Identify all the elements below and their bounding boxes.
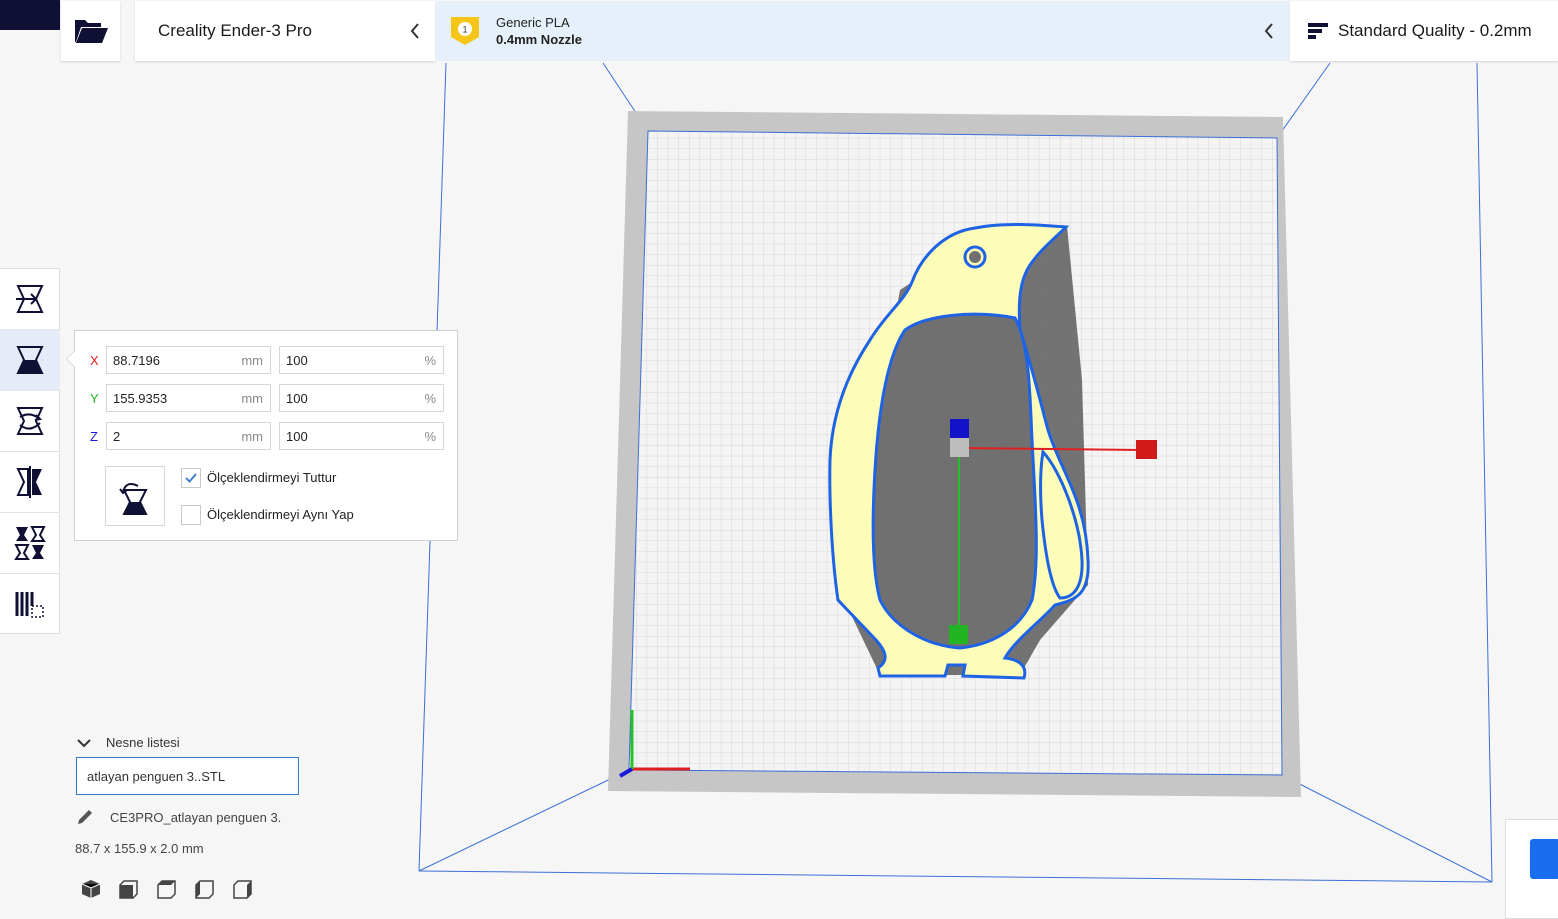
height-percent-value: 100 [286,428,308,444]
unit-label: mm [241,428,263,444]
unit-label: mm [241,390,263,406]
3d-view-icon[interactable] [80,878,102,900]
scale-tool-icon [16,346,44,374]
object-list-toggle[interactable]: Nesne listesi [76,735,180,750]
width-percent-value: 100 [286,352,308,368]
job-name-row[interactable]: CE3PRO_atlayan penguen 3. [76,808,281,826]
reset-scale-button[interactable] [105,466,165,526]
mirror-tool-icon [16,466,42,498]
depth-percent-value: 100 [286,390,308,406]
depth-percent-input[interactable]: 100 % [279,384,444,412]
scale-tool[interactable] [0,330,60,391]
scale-handle-uniform [950,438,969,457]
height-percent-input[interactable]: 100 % [279,422,444,450]
panel-pointer-fill [67,351,75,367]
chevron-down-icon [77,738,91,747]
slice-button[interactable] [1530,839,1558,879]
width-mm-value: 88.7196 [113,352,160,368]
depth-mm-value: 155.9353 [113,390,168,406]
per-model-settings-tool[interactable] [0,513,60,574]
pencil-icon [78,810,92,824]
mirror-tool[interactable] [0,452,60,513]
rotate-tool[interactable] [0,391,60,452]
object-list-title: Nesne listesi [106,735,180,750]
uniform-scaling-label: Ölçeklendirmeyi Aynı Yap [207,507,354,522]
per-model-settings-icon [14,526,46,560]
checkmark-icon [185,473,197,483]
unit-label: mm [241,352,263,368]
model-dimensions: 88.7 x 155.9 x 2.0 mm [75,841,204,856]
unit-label: % [424,428,436,444]
height-mm-input[interactable]: 2 mm [106,422,271,450]
right-view-icon[interactable] [232,878,254,900]
unit-label: % [424,352,436,368]
scale-handle-z [950,419,969,438]
front-view-icon[interactable] [118,878,140,900]
height-mm-value: 2 [113,428,121,444]
support-blocker-tool[interactable] [0,574,60,635]
rotate-tool-icon [16,407,44,435]
top-view-icon[interactable] [156,878,178,900]
depth-mm-input[interactable]: 155.9353 mm [106,384,271,412]
width-mm-input[interactable]: 88.7196 mm [106,346,271,374]
view-buttons [80,878,254,900]
uniform-scaling-checkbox[interactable] [181,505,201,525]
snap-scaling-checkbox[interactable] [181,468,201,488]
object-list-item[interactable]: atlayan penguen 3..STL [76,757,299,795]
support-blocker-icon [15,591,44,618]
z-axis-label: Z [90,429,98,444]
move-tool-icon [16,285,44,313]
width-percent-input[interactable]: 100 % [279,346,444,374]
left-view-icon[interactable] [194,878,216,900]
unit-label: % [424,390,436,406]
reset-icon [119,483,148,515]
object-name: atlayan penguen 3..STL [87,768,226,784]
snap-scaling-label: Ölçeklendirmeyi Tuttur [207,470,337,485]
tool-panel [0,268,60,634]
scale-handle-x [1136,440,1157,459]
job-name: CE3PRO_atlayan penguen 3. [110,809,282,825]
x-axis-label: X [90,353,99,368]
y-axis-label: Y [90,391,99,406]
scale-handle-y [949,625,968,644]
move-tool[interactable] [0,269,60,330]
